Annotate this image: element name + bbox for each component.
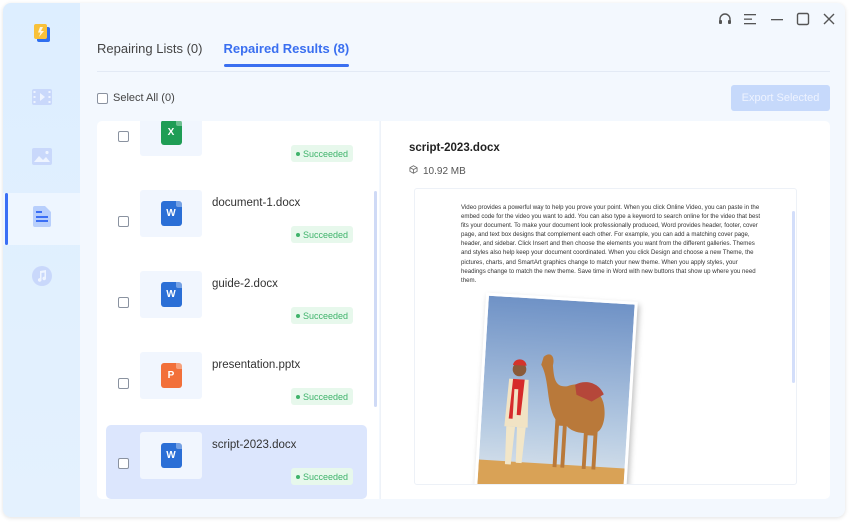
status-badge: Succeeded <box>291 145 354 162</box>
headset-icon[interactable] <box>717 11 733 27</box>
preview-body-text: Video provides a powerful way to help yo… <box>461 204 761 284</box>
file-name: presentation.pptx <box>212 359 301 371</box>
status-dot-icon <box>296 232 300 237</box>
preview-file-title: script-2023.docx <box>409 142 500 154</box>
file-name: guide-2.docx <box>212 278 278 290</box>
file-thumbnail: W <box>140 432 202 479</box>
tab-bar: Repairing Lists (0) Repaired Results (8) <box>97 41 370 67</box>
status-dot-icon <box>296 313 300 318</box>
maximize-icon[interactable] <box>795 11 811 27</box>
tab-divider <box>97 71 830 72</box>
item-checkbox[interactable] <box>118 378 129 389</box>
file-thumbnail: P <box>140 352 202 399</box>
minimize-icon[interactable] <box>769 11 785 27</box>
status-text: Succeeded <box>303 229 349 240</box>
file-thumbnail: W <box>140 190 202 237</box>
powerpoint-file-icon: P <box>160 363 182 388</box>
file-size: 10.92 MB <box>409 165 466 177</box>
status-badge: Succeeded <box>291 468 354 485</box>
file-name: script-2023.docx <box>212 439 297 451</box>
list-scrollbar[interactable] <box>374 191 377 407</box>
sidebar-item-audio[interactable] <box>3 252 80 304</box>
app-window: Repairing Lists (0) Repaired Results (8)… <box>3 3 845 517</box>
list-item[interactable]: P presentation.pptx Succeeded <box>106 345 367 419</box>
file-thumbnail: X <box>140 121 202 156</box>
item-checkbox[interactable] <box>118 131 129 142</box>
file-name: document-1.docx <box>212 197 301 209</box>
window-controls <box>717 11 837 27</box>
close-icon[interactable] <box>821 11 837 27</box>
status-text: Succeeded <box>303 310 349 321</box>
file-size-value: 10.92 MB <box>423 165 466 177</box>
word-file-icon: W <box>160 443 182 468</box>
select-all-box[interactable] <box>97 92 108 104</box>
sidebar-app-logo <box>3 9 80 61</box>
item-checkbox[interactable] <box>118 297 129 308</box>
tab-repairing-lists[interactable]: Repairing Lists (0) <box>97 41 203 66</box>
select-all-label: Select All (0) <box>113 92 175 104</box>
document-icon <box>32 206 51 232</box>
tab-repaired-results[interactable]: Repaired Results (8) <box>223 41 349 67</box>
word-file-icon: W <box>160 282 182 307</box>
list-item[interactable]: W guide-2.docx Succeeded <box>106 264 367 338</box>
item-checkbox[interactable] <box>118 458 129 469</box>
sidebar-item-document[interactable] <box>3 193 80 245</box>
file-size-icon <box>409 165 418 177</box>
status-badge: Succeeded <box>291 307 354 324</box>
list-item[interactable]: X Succeeded <box>106 121 367 176</box>
image-icon <box>31 148 52 170</box>
list-item[interactable]: W document-1.docx Succeeded <box>106 183 367 257</box>
status-dot-icon <box>296 394 300 399</box>
sidebar-item-video[interactable] <box>3 73 80 125</box>
status-text: Succeeded <box>303 471 349 482</box>
music-note-icon <box>31 265 52 291</box>
status-badge: Succeeded <box>291 226 354 243</box>
excel-file-icon: X <box>160 121 182 145</box>
preview-panel: script-2023.docx 10.92 MB Video provides… <box>380 121 830 499</box>
status-text: Succeeded <box>303 391 349 402</box>
sidebar-item-photo[interactable] <box>3 133 80 185</box>
status-badge: Succeeded <box>291 388 354 405</box>
camel-photo-image <box>477 295 635 484</box>
app-logo-icon <box>33 23 51 48</box>
item-checkbox[interactable] <box>118 216 129 227</box>
film-icon <box>31 88 53 111</box>
select-all-checkbox[interactable]: Select All (0) <box>97 92 175 104</box>
preview-photo <box>474 292 638 484</box>
export-selected-button[interactable]: Export Selected <box>731 85 830 111</box>
sidebar <box>3 3 80 517</box>
word-file-icon: W <box>160 201 182 226</box>
file-thumbnail: W <box>140 271 202 318</box>
document-preview: Video provides a powerful way to help yo… <box>414 188 797 485</box>
file-list: X Succeeded W document-1.docx Succeeded … <box>97 121 379 499</box>
status-text: Succeeded <box>303 148 349 159</box>
status-dot-icon <box>296 474 300 479</box>
menu-icon[interactable] <box>743 11 759 27</box>
preview-scrollbar[interactable] <box>792 211 795 383</box>
list-item-selected[interactable]: W script-2023.docx Succeeded <box>106 425 367 499</box>
status-dot-icon <box>296 151 300 156</box>
